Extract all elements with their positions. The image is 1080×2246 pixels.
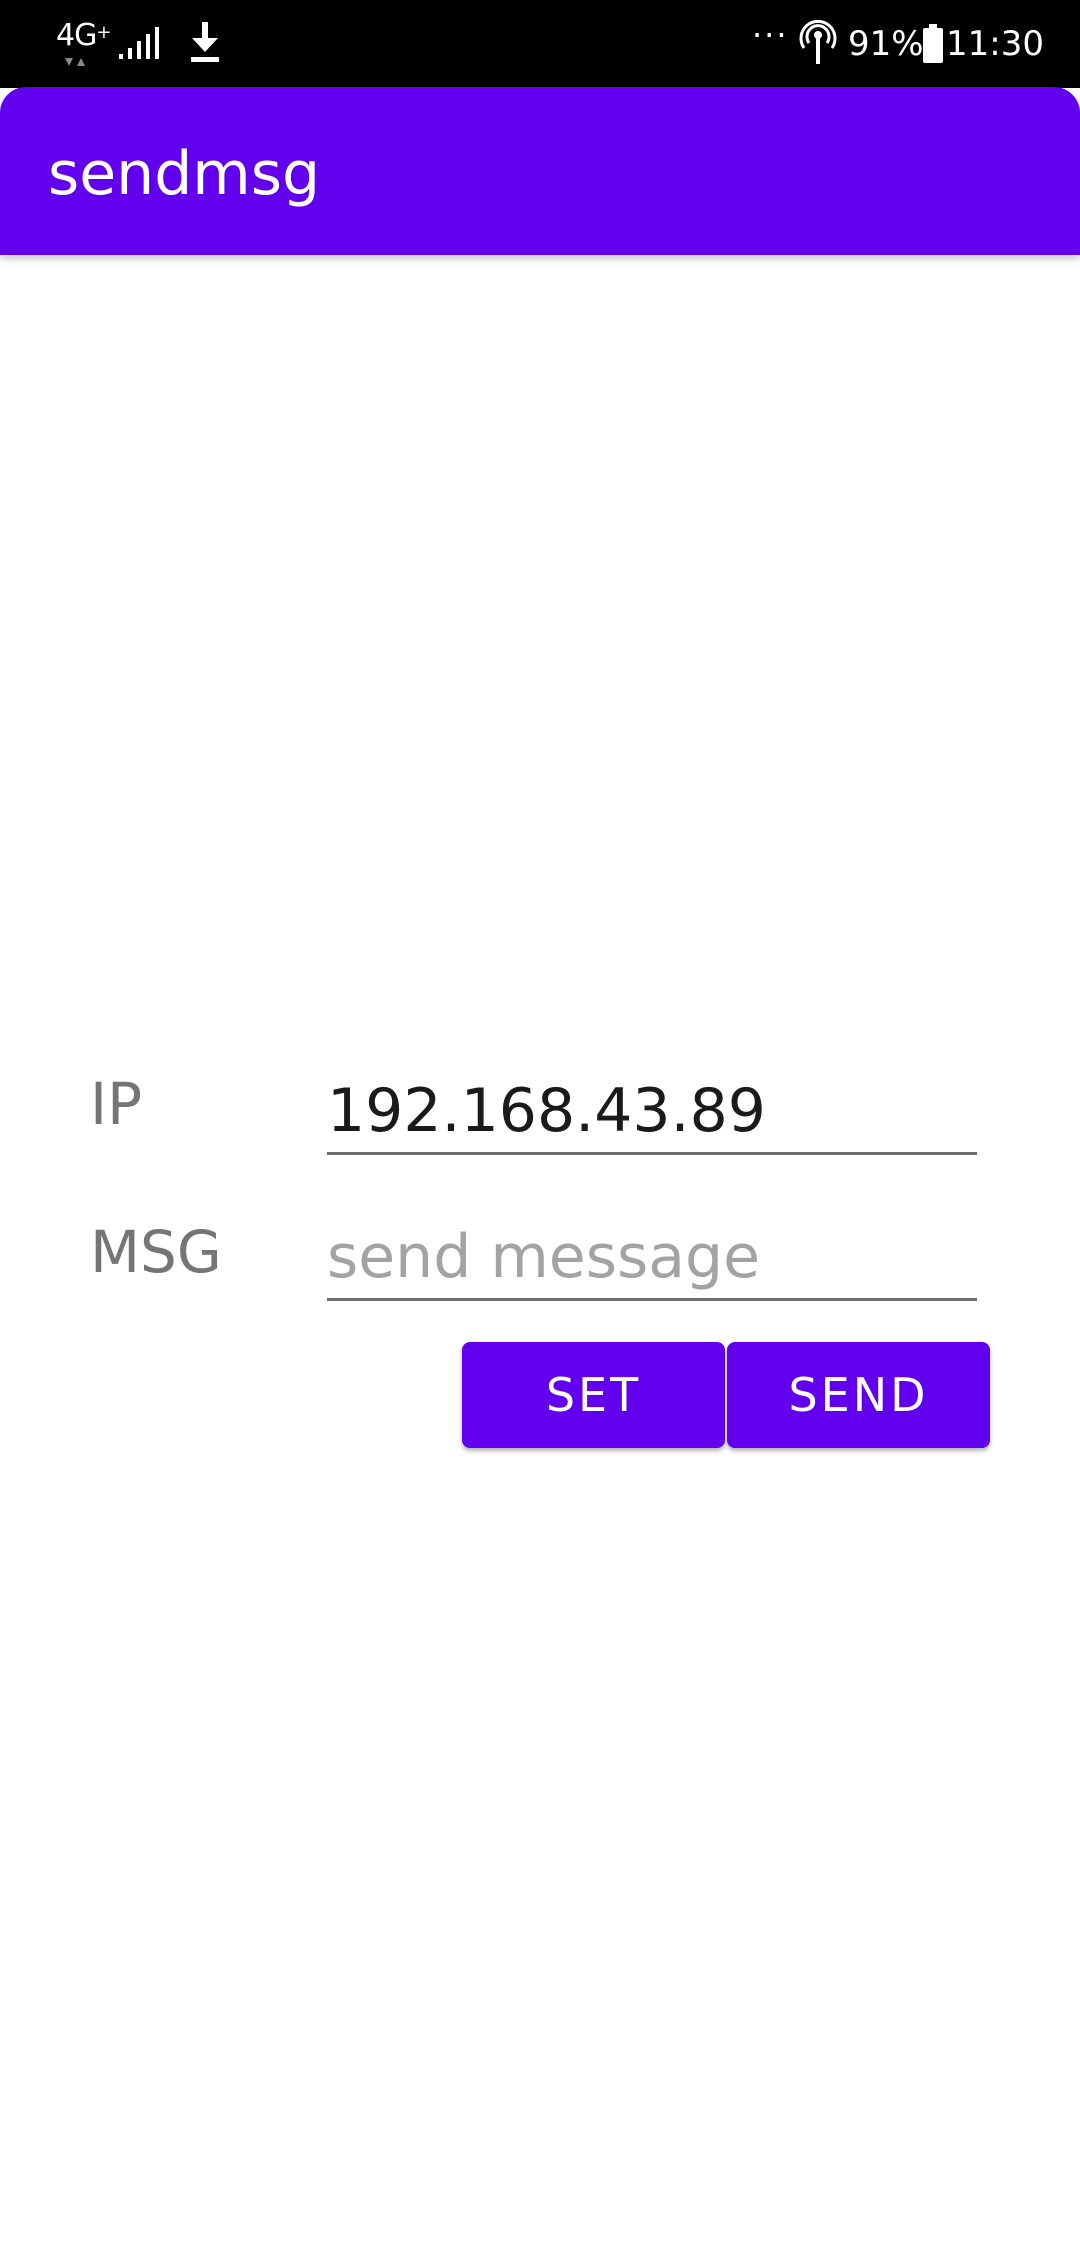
download-icon (191, 22, 219, 62)
app-bar: sendmsg (0, 87, 1080, 255)
ip-label: IP (90, 1070, 143, 1138)
ip-input[interactable] (327, 1070, 977, 1155)
battery-percent: 91% (848, 24, 924, 64)
msg-label: MSG (90, 1218, 222, 1286)
set-button[interactable]: SET (462, 1342, 725, 1448)
send-button[interactable]: SEND (727, 1342, 990, 1448)
hotspot-icon (799, 19, 837, 64)
message-input[interactable] (327, 1216, 977, 1301)
signal-icon (119, 27, 159, 59)
app-title: sendmsg (48, 139, 321, 209)
battery-icon (923, 24, 943, 63)
network-type-label: 4G (56, 18, 97, 53)
network-type-sub: + (96, 22, 111, 43)
status-bar: 4G+ ··· 91% 11:30 (0, 0, 1080, 88)
clock: 11:30 (946, 24, 1044, 64)
network-type-indicator: 4G+ (56, 18, 111, 53)
overflow-dots: ··· (752, 16, 789, 54)
data-activity-icon (65, 58, 85, 66)
